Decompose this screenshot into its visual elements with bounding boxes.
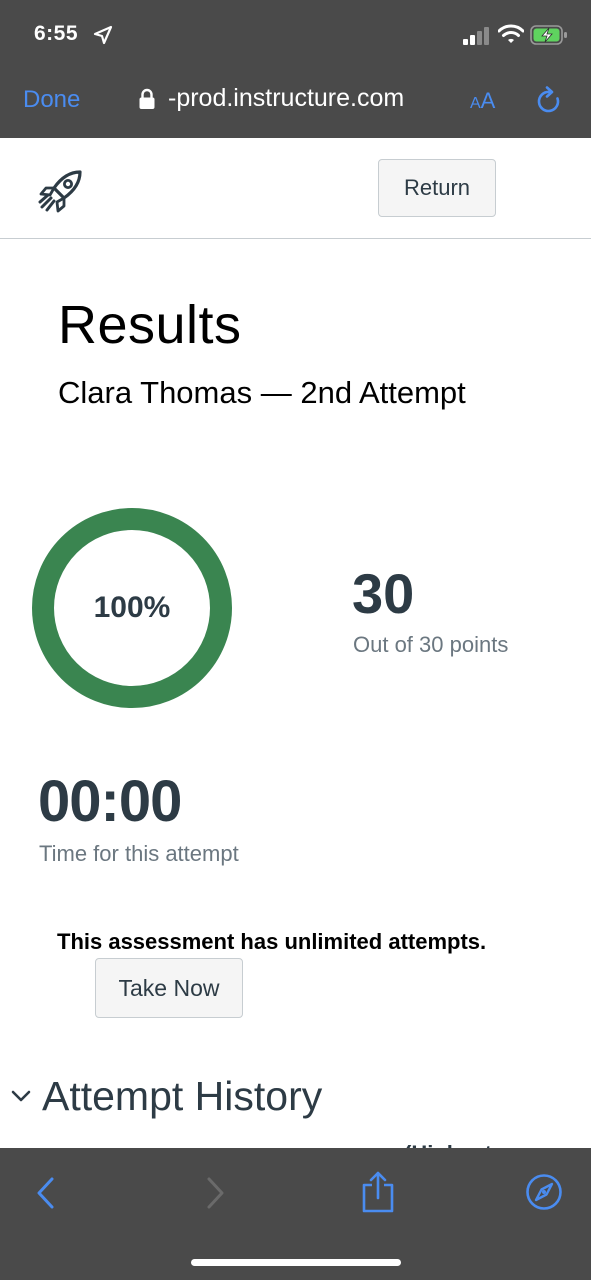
points-caption: Out of 30 points	[353, 632, 509, 657]
location-arrow-icon	[93, 25, 113, 45]
browser-bottom-toolbar	[0, 1148, 591, 1280]
attempt-history-toggle[interactable]: Attempt History	[10, 1066, 322, 1126]
wifi-icon	[498, 24, 524, 43]
page-title: Results	[58, 295, 242, 355]
score-percent: 100%	[93, 591, 171, 624]
chevron-down-icon	[11, 1090, 31, 1102]
points-value: 30	[352, 562, 415, 625]
done-button[interactable]: Done	[23, 86, 80, 114]
share-icon[interactable]	[361, 1170, 395, 1214]
browser-toolbar: Done -prod.instructure.com AA	[0, 72, 591, 138]
reader-small-letter: A	[470, 95, 481, 112]
page-header: Return	[0, 138, 591, 239]
time-caption: Time for this attempt	[39, 841, 239, 866]
signal-icon	[463, 27, 489, 45]
attempt-history-heading: Attempt History	[42, 1072, 323, 1119]
attempts-note: This assessment has unlimited attempts.	[57, 929, 487, 954]
rocket-icon	[38, 170, 82, 213]
url-field[interactable]: -prod.instructure.com	[168, 84, 404, 113]
compass-icon[interactable]	[525, 1173, 563, 1211]
reader-large-letter: A	[480, 88, 496, 113]
lock-icon	[139, 88, 155, 109]
home-indicator	[191, 1259, 401, 1266]
attempt-subtitle: Clara Thomas — 2nd Attempt	[58, 375, 466, 410]
reader-text-size-button[interactable]: AA	[470, 88, 495, 114]
status-bar: 6:55	[0, 0, 591, 72]
return-button[interactable]: Return	[378, 159, 496, 217]
time-value: 00:00	[38, 769, 182, 834]
back-icon[interactable]	[34, 1176, 58, 1210]
forward-icon[interactable]	[203, 1176, 227, 1210]
battery-charging-icon	[530, 25, 567, 45]
status-time: 6:55	[34, 22, 79, 45]
take-now-button[interactable]: Take Now	[95, 958, 243, 1018]
reload-icon[interactable]	[535, 86, 563, 116]
